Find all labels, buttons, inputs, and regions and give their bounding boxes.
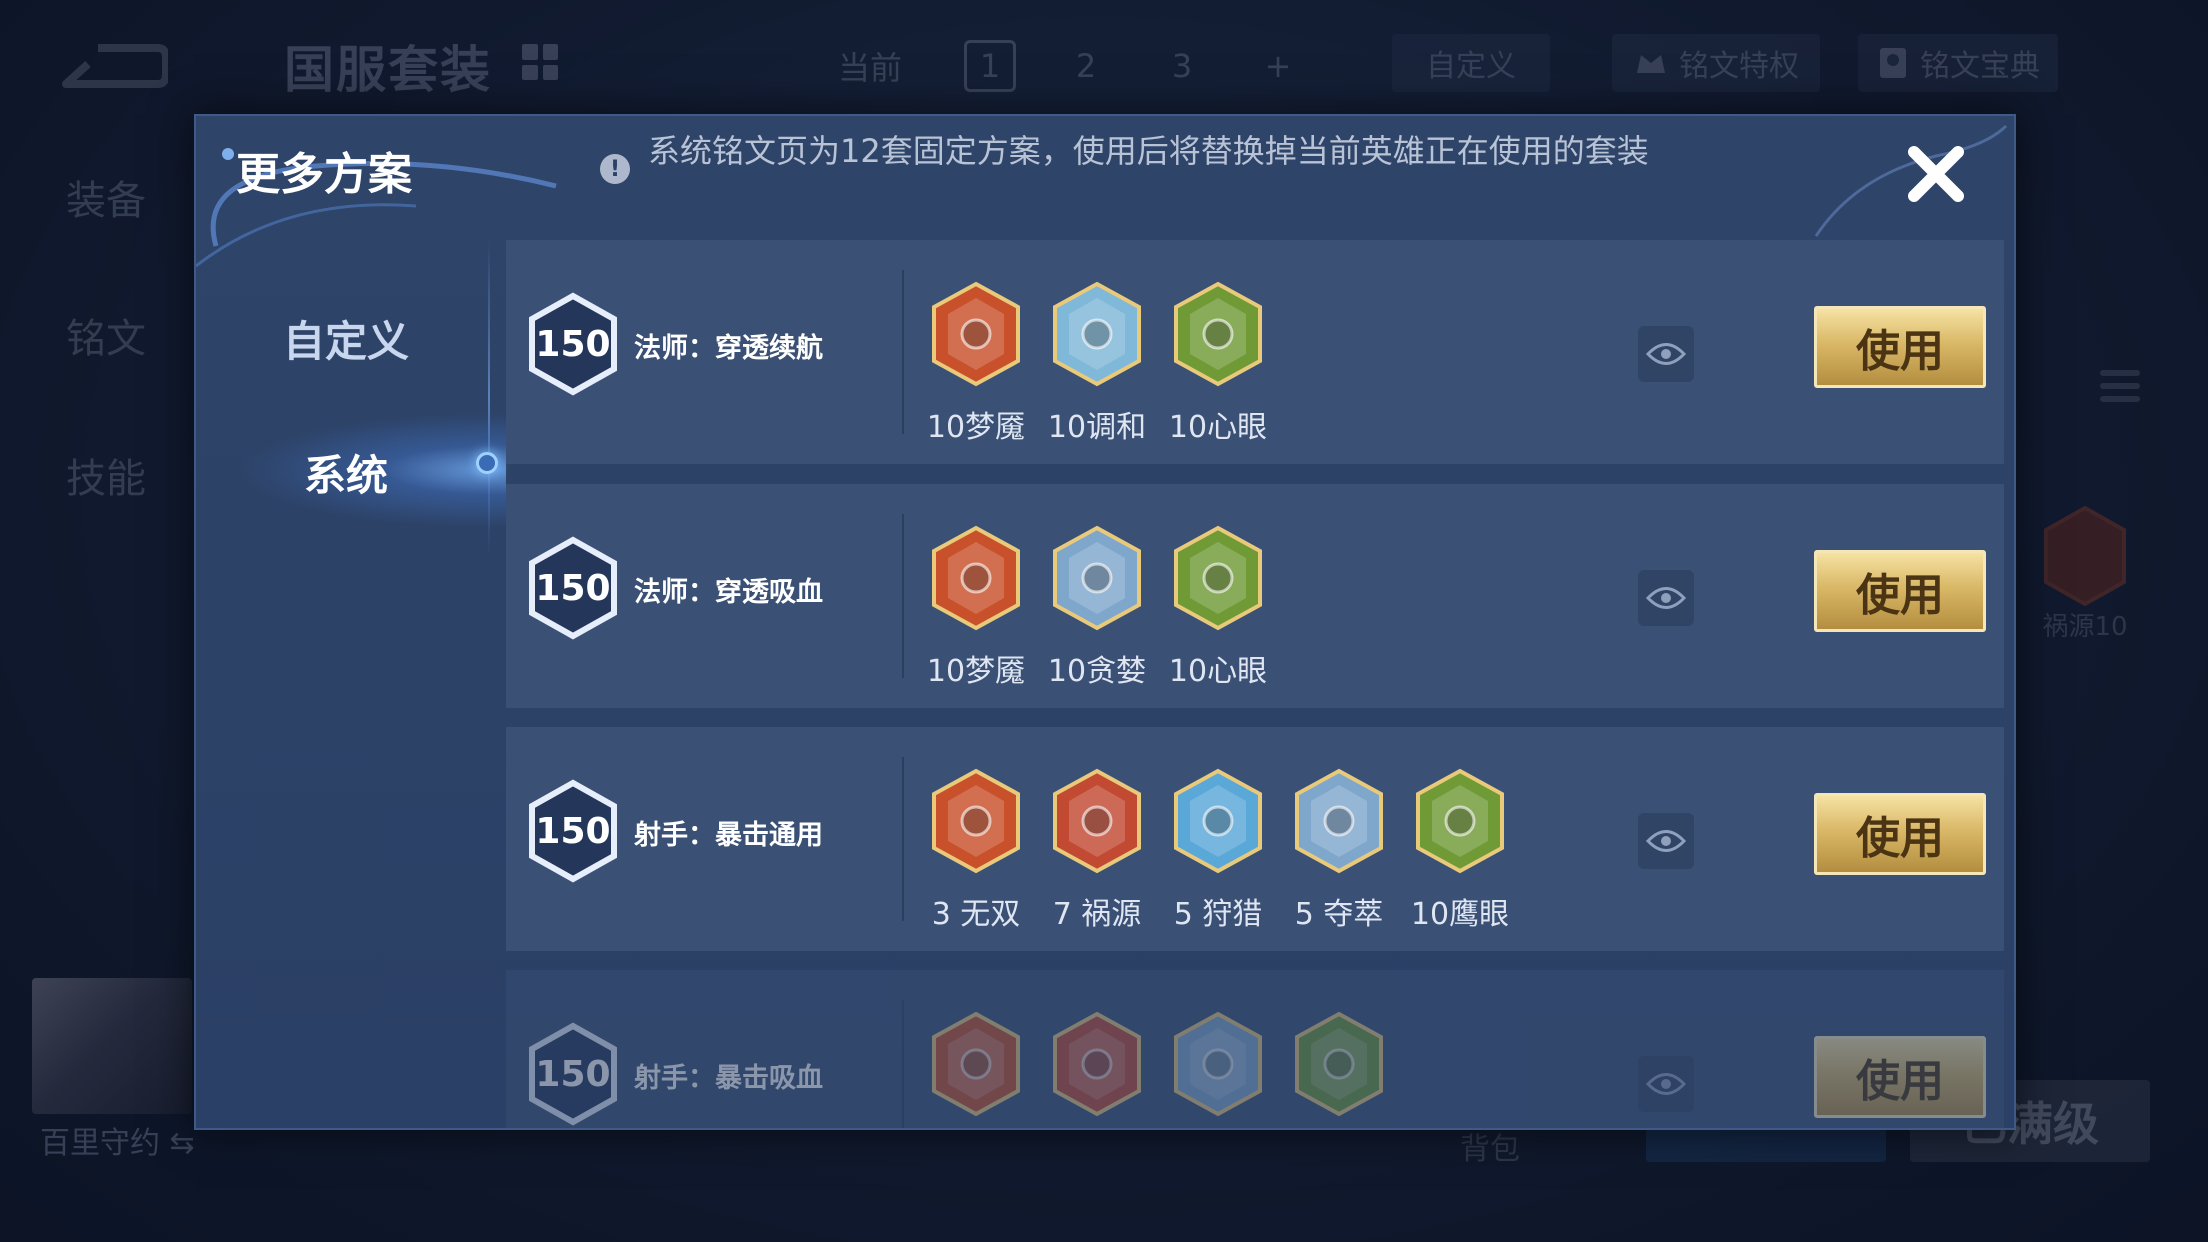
rune-label: 10贪婪: [1047, 654, 1147, 689]
level-number: 150: [535, 323, 611, 365]
rune-item[interactable]: 10调和: [1037, 280, 1157, 450]
hunting-rune-icon: [1174, 768, 1262, 874]
preview-button[interactable]: [1638, 813, 1694, 869]
plan-row[interactable]: 150 射手：暴击通用 3 无双 7 祸源 5 狩猎 5 夺萃 10鹰眼 使用: [506, 727, 2004, 951]
rune-item[interactable]: 10心眼: [1158, 280, 1278, 450]
rune-item[interactable]: [1279, 1010, 1399, 1128]
rune-item[interactable]: 10心眼: [1158, 524, 1278, 694]
plan-name: 射手：暴击通用: [634, 820, 823, 851]
plan-name: 射手：暴击吸血: [634, 1063, 823, 1094]
row-divider: [902, 1000, 904, 1128]
modal-header: 更多方案 ! 系统铭文页为12套固定方案，使用后将替换掉当前英雄正在使用的套装: [196, 116, 2014, 268]
rune-label: 10梦魇: [926, 410, 1026, 445]
plan-row[interactable]: 150 射手：暴击吸血 使用: [506, 970, 2004, 1128]
rune-item[interactable]: 10梦魇: [916, 280, 1036, 450]
rune-label: 5 夺萃: [1294, 897, 1384, 932]
plan-list[interactable]: 150 法师：穿透续航 10梦魇 10调和 10心眼 使用 150 法师：穿透吸…: [506, 240, 2006, 1128]
use-button[interactable]: 使用: [1814, 1036, 1986, 1118]
level-number: 150: [535, 567, 611, 609]
rune-label: 10梦魇: [926, 654, 1026, 689]
rune-item[interactable]: 5 夺萃: [1279, 767, 1399, 937]
rune-item[interactable]: 10贪婪: [1037, 524, 1157, 694]
rune-item[interactable]: [1037, 1010, 1157, 1128]
menu-item-custom[interactable]: 自定义: [196, 308, 496, 369]
preview-button[interactable]: [1638, 1056, 1694, 1112]
use-button[interactable]: 使用: [1814, 793, 1986, 875]
rune-label: 10鹰眼: [1410, 897, 1510, 932]
mind-eye-rune-icon: [1174, 281, 1262, 387]
harmony-rune-icon: [1053, 281, 1141, 387]
greed-rune-icon: [1053, 525, 1141, 631]
close-button[interactable]: [1896, 134, 1976, 214]
preview-button[interactable]: [1638, 570, 1694, 626]
eye-icon: [1646, 587, 1686, 609]
calamity-rune-icon: [1053, 768, 1141, 874]
mind-eye-rune-icon: [1174, 525, 1262, 631]
close-icon: [1908, 146, 1964, 202]
nightmare-rune-icon: [932, 525, 1020, 631]
use-button[interactable]: 使用: [1814, 306, 1986, 388]
plan-row[interactable]: 150 法师：穿透续航 10梦魇 10调和 10心眼 使用: [506, 240, 2004, 464]
row-divider: [902, 514, 904, 678]
eye-icon: [1646, 1073, 1686, 1095]
plan-row[interactable]: 150 法师：穿透吸血 10梦魇 10贪婪 10心眼 使用: [506, 484, 2004, 708]
rune-item[interactable]: 10鹰眼: [1400, 767, 1520, 937]
modal-title: 更多方案: [236, 149, 412, 200]
notice-text: 系统铭文页为12套固定方案，使用后将替换掉当前英雄正在使用的套装: [648, 132, 1649, 170]
plan-name: 法师：穿透续航: [634, 333, 823, 364]
more-plans-modal: 更多方案 ! 系统铭文页为12套固定方案，使用后将替换掉当前英雄正在使用的套装 …: [194, 114, 2016, 1130]
eye-icon: [1646, 830, 1686, 852]
plunder-rune-icon: [1295, 768, 1383, 874]
rune-label: 10调和: [1047, 410, 1147, 445]
hawk-eye-rune-icon: [1295, 1011, 1383, 1117]
menu-item-system[interactable]: 系统: [196, 442, 496, 503]
use-button[interactable]: 使用: [1814, 550, 1986, 632]
plan-category-menu: 自定义 系统: [196, 236, 506, 1128]
rune-label: 7 祸源: [1052, 897, 1142, 932]
rune-label: 5 狩猎: [1173, 897, 1263, 932]
rune-item[interactable]: [916, 1010, 1036, 1128]
level-number: 150: [535, 810, 611, 852]
nightmare-rune-icon: [932, 281, 1020, 387]
unrivaled-rune-icon: [932, 1011, 1020, 1117]
rune-item[interactable]: 7 祸源: [1037, 767, 1157, 937]
rune-label: 10心眼: [1168, 410, 1268, 445]
eye-icon: [1646, 343, 1686, 365]
info-icon: !: [600, 154, 630, 184]
level-number: 150: [535, 1053, 611, 1095]
rune-item[interactable]: 3 无双: [916, 767, 1036, 937]
unrivaled-rune-icon: [932, 768, 1020, 874]
preview-button[interactable]: [1638, 326, 1694, 382]
row-divider: [902, 757, 904, 921]
rune-item[interactable]: 5 狩猎: [1158, 767, 1278, 937]
hawk-eye-rune-icon: [1416, 768, 1504, 874]
rune-label: 3 无双: [931, 897, 1021, 932]
rune-item[interactable]: 10梦魇: [916, 524, 1036, 694]
rune-item[interactable]: [1158, 1010, 1278, 1128]
calamity-rune-icon: [1053, 1011, 1141, 1117]
rune-label: 10心眼: [1168, 654, 1268, 689]
plan-name: 法师：穿透吸血: [634, 577, 823, 608]
row-divider: [902, 270, 904, 434]
plunder-rune-icon: [1174, 1011, 1262, 1117]
